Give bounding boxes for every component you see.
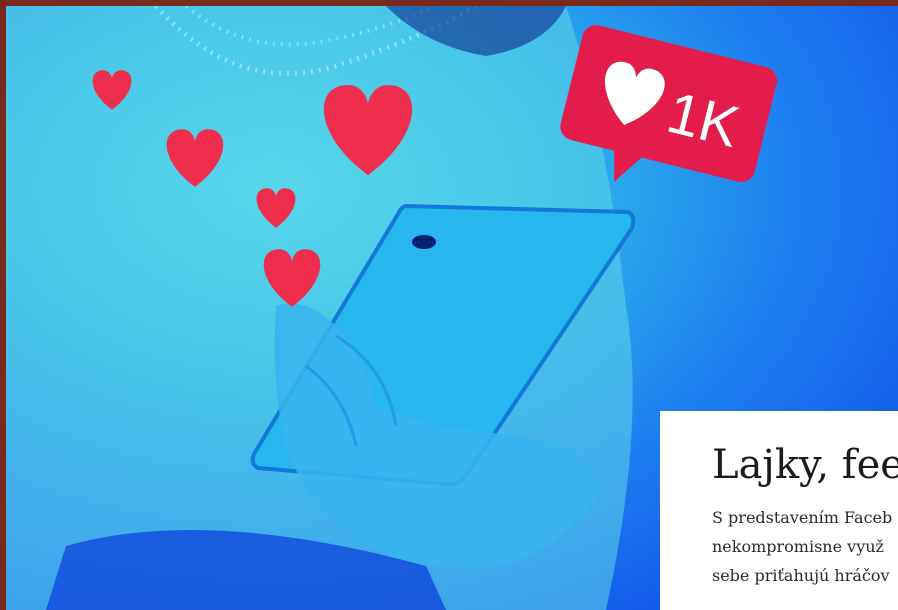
excerpt-line: nekompromisne využ <box>712 537 884 556</box>
article-card[interactable]: Lajky, fee S predstavením Faceb nekompro… <box>660 411 898 610</box>
article-excerpt: S predstavením Faceb nekompromisne využ … <box>712 503 898 590</box>
page: 1K Lajky, fee S predstavením Faceb nekom… <box>0 0 898 610</box>
article-title[interactable]: Lajky, fee <box>712 411 898 489</box>
excerpt-line: S predstavením Faceb <box>712 508 893 527</box>
camera-dot <box>412 235 436 249</box>
excerpt-line: sebe priťahujú hráčov <box>712 566 890 585</box>
